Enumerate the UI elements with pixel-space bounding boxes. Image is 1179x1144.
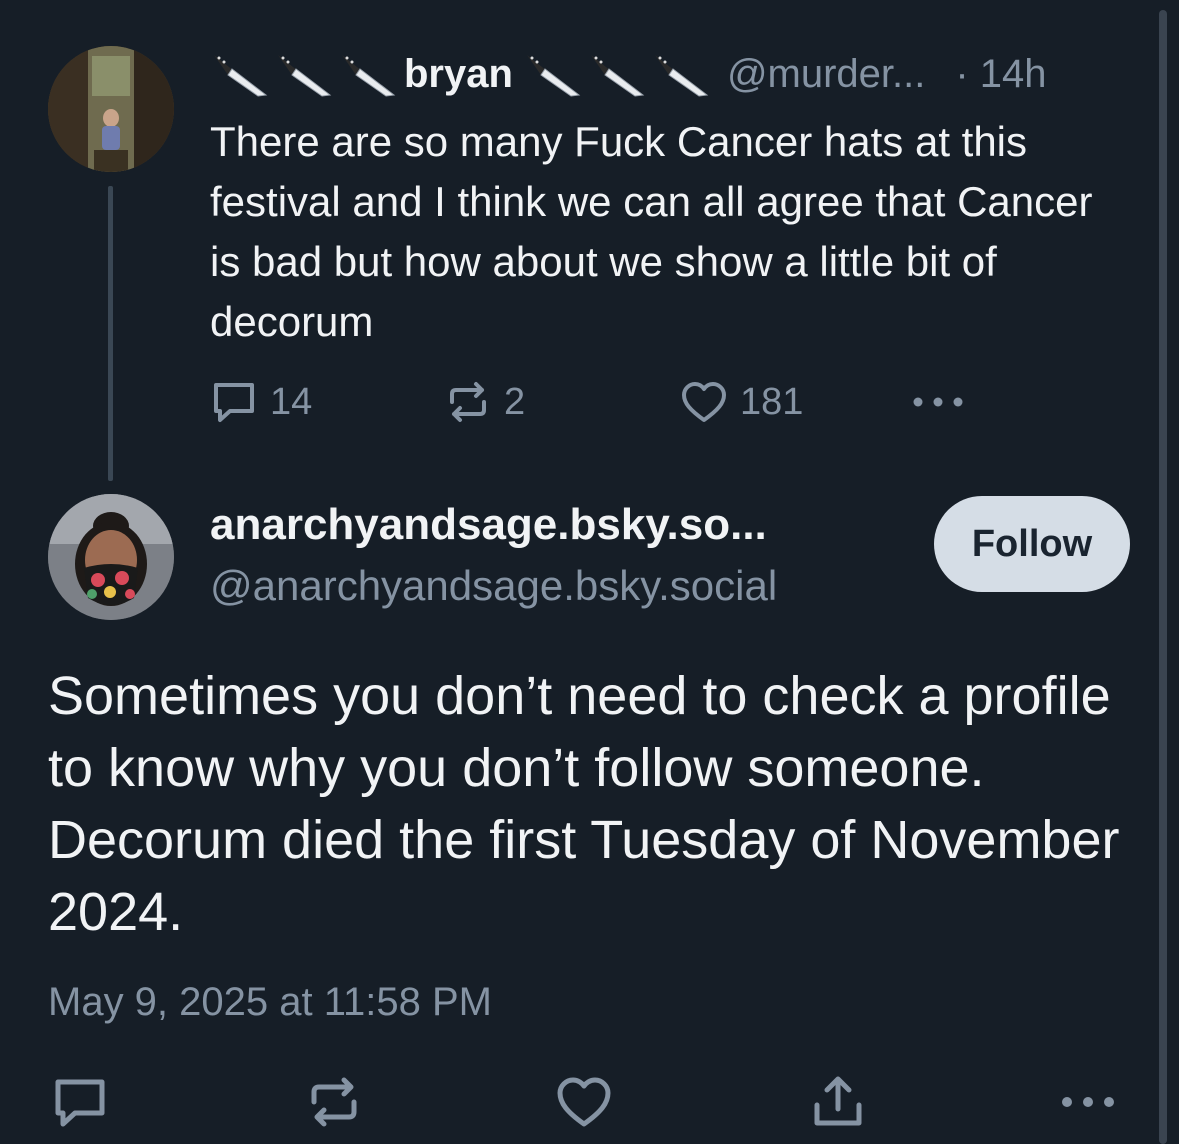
main-author-handle[interactable]: @anarchyandsage.bsky.social <box>210 562 777 610</box>
avatar-bryan[interactable] <box>48 46 174 172</box>
heart-icon <box>557 1077 611 1127</box>
main-post-timestamp: May 9, 2025 at 11:58 PM <box>48 980 492 1024</box>
knife-emoji-group-right <box>523 49 711 99</box>
thread-connector-line <box>108 186 113 481</box>
main-post-action-bar <box>0 1070 1179 1130</box>
kitchen-knife-icon <box>654 55 709 97</box>
parent-post-header: bryan @murder... · 14h <box>210 44 1140 104</box>
speech-bubble-icon <box>55 1079 105 1127</box>
scrollbar[interactable] <box>1159 10 1167 1144</box>
ellipsis-icon <box>1062 1097 1114 1107</box>
parent-reply-count: 14 <box>270 380 313 423</box>
parent-repost-button[interactable]: 2 <box>444 374 525 430</box>
kitchen-knife-icon <box>214 55 268 97</box>
kitchen-knife-icon <box>526 55 581 97</box>
post-thread-view: bryan @murder... · 14h There are so many… <box>0 0 1179 1144</box>
parent-like-button[interactable]: 181 <box>680 374 803 430</box>
kitchen-knife-icon <box>342 55 396 97</box>
kitchen-knife-icon <box>278 55 332 97</box>
parent-author-name[interactable]: bryan <box>404 52 513 97</box>
more-options-button[interactable] <box>1056 1072 1120 1132</box>
like-button[interactable] <box>552 1072 616 1132</box>
ellipsis-icon <box>913 397 963 407</box>
parent-repost-count: 2 <box>504 380 526 423</box>
repost-arrows-icon <box>450 382 486 422</box>
avatar-anarchyandsage[interactable] <box>48 494 174 620</box>
reply-button[interactable] <box>48 1072 112 1132</box>
parent-reply-button[interactable]: 14 <box>210 374 312 430</box>
repost-button[interactable] <box>302 1072 366 1132</box>
parent-like-count: 181 <box>740 380 804 423</box>
main-post-text: Sometimes you don’t need to check a prof… <box>48 666 1120 942</box>
follow-button[interactable]: Follow <box>934 496 1130 592</box>
parent-more-button[interactable] <box>910 374 978 430</box>
heart-icon <box>682 382 726 422</box>
share-button[interactable] <box>806 1072 870 1132</box>
parent-post-text: There are so many Fuck Cancer hats at th… <box>210 118 1093 345</box>
parent-post-time: · 14h <box>955 51 1047 96</box>
parent-post-actions: 14 2 181 <box>210 374 1010 430</box>
knife-emoji-group-left <box>210 49 398 99</box>
main-author-display-name[interactable]: anarchyandsage.bsky.so... <box>210 500 767 550</box>
parent-author-handle[interactable]: @murder... <box>727 52 925 97</box>
kitchen-knife-icon <box>590 55 645 97</box>
share-upload-icon <box>814 1076 862 1126</box>
repost-arrows-icon <box>311 1077 357 1127</box>
speech-bubble-icon <box>214 383 254 422</box>
